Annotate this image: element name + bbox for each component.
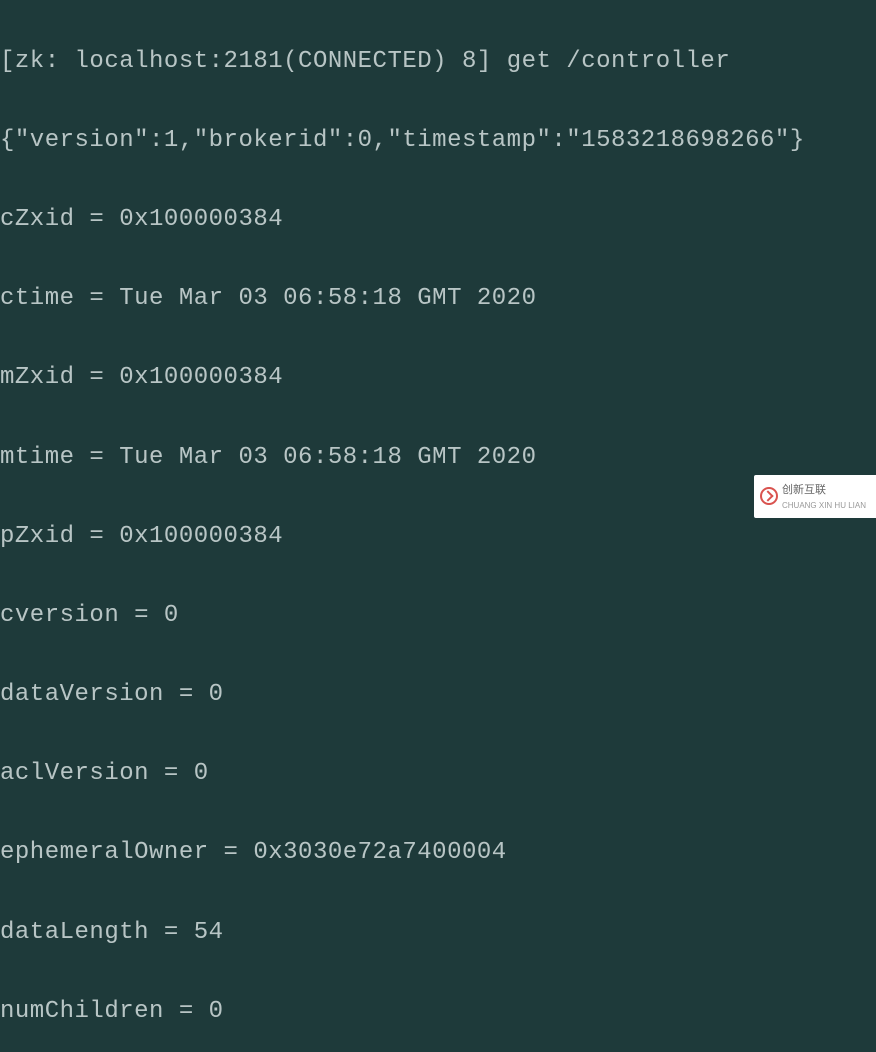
stat-cversion: cversion = 0 [0,596,876,636]
stat-dataLength: dataLength = 54 [0,913,876,953]
zk-prompt: [zk: localhost:2181(CONNECTED) 8] [0,48,507,75]
stat-dataVersion: dataVersion = 0 [0,675,876,715]
stat-aclVersion: aclVersion = 0 [0,754,876,794]
stat-cZxid: cZxid = 0x100000384 [0,200,876,240]
terminal-output[interactable]: [zk: localhost:2181(CONNECTED) 8] get /c… [0,2,876,1052]
watermark-badge: 创新互联 CHUANG XIN HU LIAN [754,475,876,518]
watermark-subtext: CHUANG XIN HU LIAN [782,499,866,512]
stat-pZxid: pZxid = 0x100000384 [0,517,876,557]
prompt-line: [zk: localhost:2181(CONNECTED) 8] get /c… [0,42,876,82]
stat-mtime: mtime = Tue Mar 03 06:58:18 GMT 2020 [0,438,876,478]
stat-mZxid: mZxid = 0x100000384 [0,358,876,398]
stat-ephemeralOwner: ephemeralOwner = 0x3030e72a7400004 [0,833,876,873]
watermark-text: 创新互联 [782,484,826,496]
watermark-logo-icon [760,487,778,505]
command-text: get /controller [507,48,731,75]
stat-ctime: ctime = Tue Mar 03 06:58:18 GMT 2020 [0,279,876,319]
result-json: {"version":1,"brokerid":0,"timestamp":"1… [0,121,876,161]
stat-numChildren: numChildren = 0 [0,992,876,1032]
